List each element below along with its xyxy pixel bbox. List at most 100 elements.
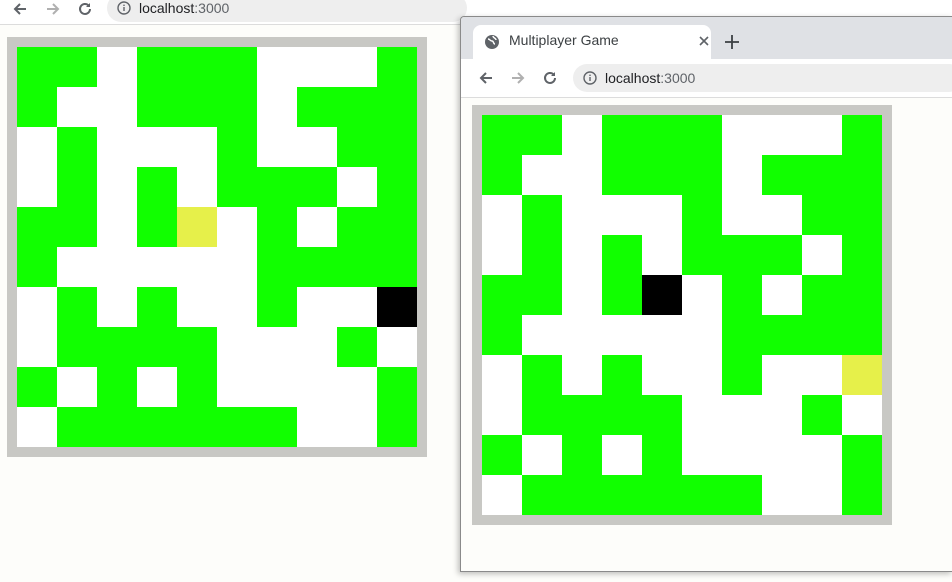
wall-cell — [602, 355, 642, 395]
floor-cell — [297, 207, 337, 247]
wall-cell — [522, 475, 562, 515]
floor-cell — [257, 47, 297, 87]
address-bar[interactable]: localhost:3000 — [573, 64, 952, 92]
floor-cell — [562, 355, 602, 395]
wall-cell — [297, 247, 337, 287]
reload-icon — [544, 71, 556, 84]
floor-cell — [137, 367, 177, 407]
floor-cell — [97, 87, 137, 127]
forward-button[interactable] — [507, 67, 529, 89]
wall-cell — [562, 435, 602, 475]
floor-cell — [802, 115, 842, 155]
wall-cell — [522, 395, 562, 435]
floor-cell — [17, 127, 57, 167]
floor-cell — [177, 247, 217, 287]
back-button[interactable] — [9, 0, 31, 20]
reload-button[interactable] — [539, 67, 561, 89]
wall-cell — [17, 87, 57, 127]
wall-cell — [137, 87, 177, 127]
floor-cell — [57, 367, 97, 407]
player-black — [642, 275, 682, 315]
floor-cell — [802, 475, 842, 515]
floor-cell — [177, 127, 217, 167]
floor-cell — [17, 167, 57, 207]
floor-cell — [562, 275, 602, 315]
back-arrow-icon — [479, 72, 492, 84]
floor-cell — [97, 207, 137, 247]
back-button[interactable] — [475, 67, 497, 89]
game-board-frame — [472, 105, 892, 525]
wall-cell — [257, 247, 297, 287]
floor-cell — [257, 127, 297, 167]
wall-cell — [97, 327, 137, 367]
floor-cell — [337, 167, 377, 207]
wall-cell — [177, 407, 217, 447]
wall-cell — [297, 167, 337, 207]
wall-cell — [842, 195, 882, 235]
forward-button[interactable] — [42, 0, 64, 20]
wall-cell — [842, 475, 882, 515]
wall-cell — [217, 87, 257, 127]
floor-cell — [17, 287, 57, 327]
floor-cell — [682, 435, 722, 475]
wall-cell — [57, 327, 97, 367]
wall-cell — [57, 127, 97, 167]
wall-cell — [522, 275, 562, 315]
floor-cell — [602, 315, 642, 355]
forward-arrow-icon — [47, 3, 60, 15]
wall-cell — [177, 367, 217, 407]
floor-cell — [522, 435, 562, 475]
floor-cell — [722, 395, 762, 435]
wall-cell — [522, 235, 562, 275]
plus-icon[interactable] — [723, 33, 741, 51]
floor-cell — [602, 435, 642, 475]
address-bar[interactable]: localhost:3000 — [107, 0, 467, 22]
reload-button[interactable] — [74, 0, 96, 20]
floor-cell — [562, 315, 602, 355]
wall-cell — [482, 435, 522, 475]
wall-cell — [522, 355, 562, 395]
info-icon — [583, 71, 597, 85]
wall-cell — [682, 235, 722, 275]
floor-cell — [257, 367, 297, 407]
wall-cell — [137, 407, 177, 447]
wall-cell — [177, 87, 217, 127]
floor-cell — [297, 47, 337, 87]
floor-cell — [762, 475, 802, 515]
wall-cell — [137, 287, 177, 327]
floor-cell — [297, 127, 337, 167]
wall-cell — [802, 315, 842, 355]
floor-cell — [482, 195, 522, 235]
floor-cell — [482, 235, 522, 275]
floor-cell — [297, 287, 337, 327]
game-board[interactable] — [482, 115, 882, 515]
floor-cell — [97, 47, 137, 87]
wall-cell — [337, 207, 377, 247]
tab-multiplayer-game[interactable]: Multiplayer Game — [473, 25, 711, 59]
wall-cell — [377, 247, 417, 287]
tab-strip: Multiplayer Game — [461, 17, 952, 59]
floor-cell — [562, 235, 602, 275]
wall-cell — [217, 407, 257, 447]
floor-cell — [562, 195, 602, 235]
floor-cell — [297, 407, 337, 447]
game-board[interactable] — [17, 47, 417, 447]
wall-cell — [257, 167, 297, 207]
floor-cell — [642, 355, 682, 395]
floor-cell — [97, 247, 137, 287]
floor-cell — [97, 287, 137, 327]
wall-cell — [177, 327, 217, 367]
wall-cell — [137, 327, 177, 367]
wall-cell — [137, 167, 177, 207]
wall-cell — [377, 87, 417, 127]
floor-cell — [17, 407, 57, 447]
wall-cell — [377, 47, 417, 87]
floor-cell — [642, 195, 682, 235]
close-icon[interactable] — [697, 34, 711, 48]
wall-cell — [642, 435, 682, 475]
wall-cell — [642, 475, 682, 515]
floor-cell — [337, 367, 377, 407]
wall-cell — [337, 327, 377, 367]
player-yellow — [177, 207, 217, 247]
url-text: localhost:3000 — [605, 70, 696, 86]
